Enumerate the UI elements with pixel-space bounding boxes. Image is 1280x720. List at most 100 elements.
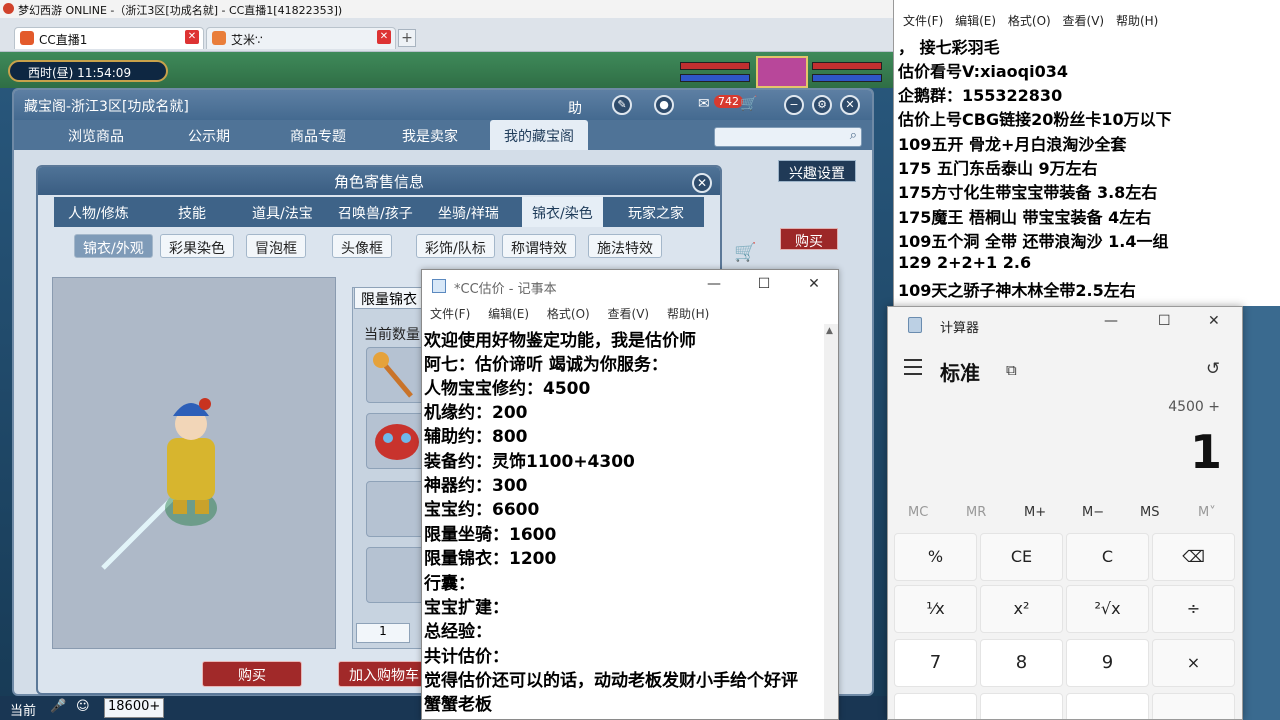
minimize-icon[interactable]: — — [1104, 313, 1118, 329]
digit-5-button[interactable] — [980, 693, 1063, 719]
text-line: 阿七：估价谛听 竭诚为你服务： — [424, 355, 668, 375]
tab-pets[interactable]: 召唤兽/孩子 — [338, 203, 413, 223]
menu-file[interactable]: 文件(F) — [430, 307, 470, 321]
close-icon[interactable]: ✕ — [377, 30, 391, 44]
subtab-appearance[interactable]: 锦衣/外观 — [74, 234, 153, 258]
subtab-cast-effect[interactable]: 施法特效 — [588, 234, 662, 258]
maximize-icon[interactable]: ☐ — [754, 276, 774, 296]
maximize-icon[interactable]: ☐ — [1158, 313, 1171, 329]
clear-entry-button[interactable]: CE — [980, 533, 1063, 581]
nav-topics[interactable]: 商品专题 — [290, 126, 346, 146]
chat-input[interactable]: 18600+ — [104, 698, 164, 718]
message-icon[interactable]: ✉ — [698, 96, 710, 112]
digit-9-button[interactable]: 9 — [1066, 639, 1149, 687]
buy-button[interactable]: 购买 — [202, 661, 302, 687]
tab-skills[interactable]: 技能 — [178, 203, 206, 223]
minimize-icon[interactable]: — — [704, 276, 724, 296]
digit-6-button[interactable] — [1066, 693, 1149, 719]
tab-cc-live[interactable]: CC直播1 ✕ — [14, 27, 204, 49]
tab-items[interactable]: 道具/法宝 — [252, 203, 313, 223]
percent-button[interactable]: % — [894, 533, 977, 581]
nav-public[interactable]: 公示期 — [188, 126, 230, 146]
close-icon[interactable]: ✕ — [1208, 313, 1220, 329]
menu-format[interactable]: 格式(O) — [1008, 14, 1051, 28]
subtract-button[interactable] — [1152, 693, 1235, 719]
pin-icon[interactable]: ✎ — [612, 95, 632, 115]
notepad-scrollbar[interactable]: ▲ — [824, 324, 838, 719]
menu-edit[interactable]: 编辑(E) — [955, 14, 996, 28]
subtab-dye[interactable]: 彩果染色 — [160, 234, 234, 258]
square-root-button[interactable]: ²√x — [1066, 585, 1149, 633]
memory-recall-button[interactable]: MR — [966, 505, 986, 520]
memory-store-button[interactable]: MS — [1140, 505, 1159, 520]
digit-8-button[interactable]: 8 — [980, 639, 1063, 687]
page-number[interactable]: 1 — [356, 623, 410, 643]
memory-list-button[interactable]: M˅ — [1198, 505, 1216, 520]
menu-help[interactable]: 帮助(H) — [1116, 14, 1158, 28]
subtab-title-effect[interactable]: 称谓特效 — [502, 234, 576, 258]
menu-edit[interactable]: 编辑(E) — [488, 307, 529, 321]
close-icon[interactable]: ✕ — [185, 30, 199, 44]
subtab-avatar-frame[interactable]: 头像框 — [332, 234, 392, 258]
divide-button[interactable]: ÷ — [1152, 585, 1235, 633]
nav-browse[interactable]: 浏览商品 — [68, 126, 124, 146]
history-icon[interactable]: ↺ — [1206, 359, 1220, 379]
channel-label[interactable]: 当前 — [10, 700, 36, 719]
clear-button[interactable]: C — [1066, 533, 1149, 581]
emoji-icon[interactable]: ☺ — [76, 699, 90, 714]
tab-outfits[interactable]: 锦衣/染色 — [522, 197, 603, 227]
reciprocal-button[interactable]: ¹⁄x — [894, 585, 977, 633]
scroll-up-icon[interactable]: ▲ — [826, 326, 833, 336]
menu-view[interactable]: 查看(V) — [608, 307, 650, 321]
hp-bar — [680, 62, 750, 70]
text-line: 总经验： — [424, 622, 492, 642]
subtab-bubble[interactable]: 冒泡框 — [246, 234, 306, 258]
text-line: 共计估价： — [424, 647, 509, 667]
notes-line: 175方寸化生带宝宝带装备 3.8左右 — [898, 183, 1158, 202]
microphone-icon[interactable]: 🎤 — [50, 699, 66, 714]
tab-aimi[interactable]: 艾米∵ ✕ — [206, 27, 396, 49]
cart-icon[interactable]: 🛒 — [740, 96, 757, 112]
menu-format[interactable]: 格式(O) — [547, 307, 590, 321]
memory-add-button[interactable]: M+ — [1024, 505, 1046, 520]
buy-button[interactable]: 购买 — [780, 228, 838, 250]
interest-settings-button[interactable]: 兴趣设置 — [778, 160, 856, 182]
subtab-team-mark[interactable]: 彩饰/队标 — [416, 234, 495, 258]
help-button[interactable]: 助 — [568, 98, 582, 118]
tab-mounts[interactable]: 坐骑/祥瑞 — [438, 203, 499, 223]
item-slot-empty[interactable] — [366, 547, 426, 603]
search-icon[interactable]: ⌕ — [850, 128, 857, 143]
item-slot-mask[interactable] — [366, 413, 426, 469]
digit-4-button[interactable] — [894, 693, 977, 719]
cart-icon[interactable]: 🛒 — [734, 242, 764, 268]
nav-seller[interactable]: 我是卖家 — [402, 126, 458, 146]
square-button[interactable]: x² — [980, 585, 1063, 633]
keep-on-top-icon[interactable]: ⧉ — [1006, 361, 1017, 379]
menu-help[interactable]: 帮助(H) — [667, 307, 709, 321]
message-badge: 742 — [714, 95, 743, 108]
search-input[interactable]: ⌕ — [714, 127, 862, 147]
memory-subtract-button[interactable]: M− — [1082, 505, 1104, 520]
text-line: 宝宝约：6600 — [424, 500, 540, 520]
record-icon[interactable]: ● — [654, 95, 674, 115]
close-icon[interactable]: ✕ — [840, 95, 860, 115]
multiply-button[interactable]: × — [1152, 639, 1235, 687]
minimize-icon[interactable]: − — [784, 95, 804, 115]
tab-home[interactable]: 玩家之家 — [628, 203, 684, 223]
item-slot-empty[interactable] — [366, 481, 426, 537]
digit-7-button[interactable]: 7 — [894, 639, 977, 687]
hamburger-menu-icon[interactable] — [904, 359, 922, 375]
tab-bar: CC直播1 ✕ 艾米∵ ✕ + — [0, 18, 893, 52]
gear-icon[interactable]: ⚙ — [812, 95, 832, 115]
backspace-button[interactable]: ⌫ — [1152, 533, 1235, 581]
menu-file[interactable]: 文件(F) — [903, 14, 943, 28]
pet-avatar[interactable] — [756, 56, 808, 88]
new-tab-button[interactable]: + — [398, 29, 416, 47]
menu-view[interactable]: 查看(V) — [1063, 14, 1105, 28]
memory-clear-button[interactable]: MC — [908, 505, 928, 520]
nav-my-pavilion[interactable]: 我的藏宝阁 — [490, 120, 588, 150]
tab-character[interactable]: 人物/修炼 — [68, 203, 129, 223]
item-slot-staff[interactable] — [366, 347, 426, 403]
close-icon[interactable]: ✕ — [692, 173, 712, 193]
close-icon[interactable]: ✕ — [804, 276, 824, 296]
